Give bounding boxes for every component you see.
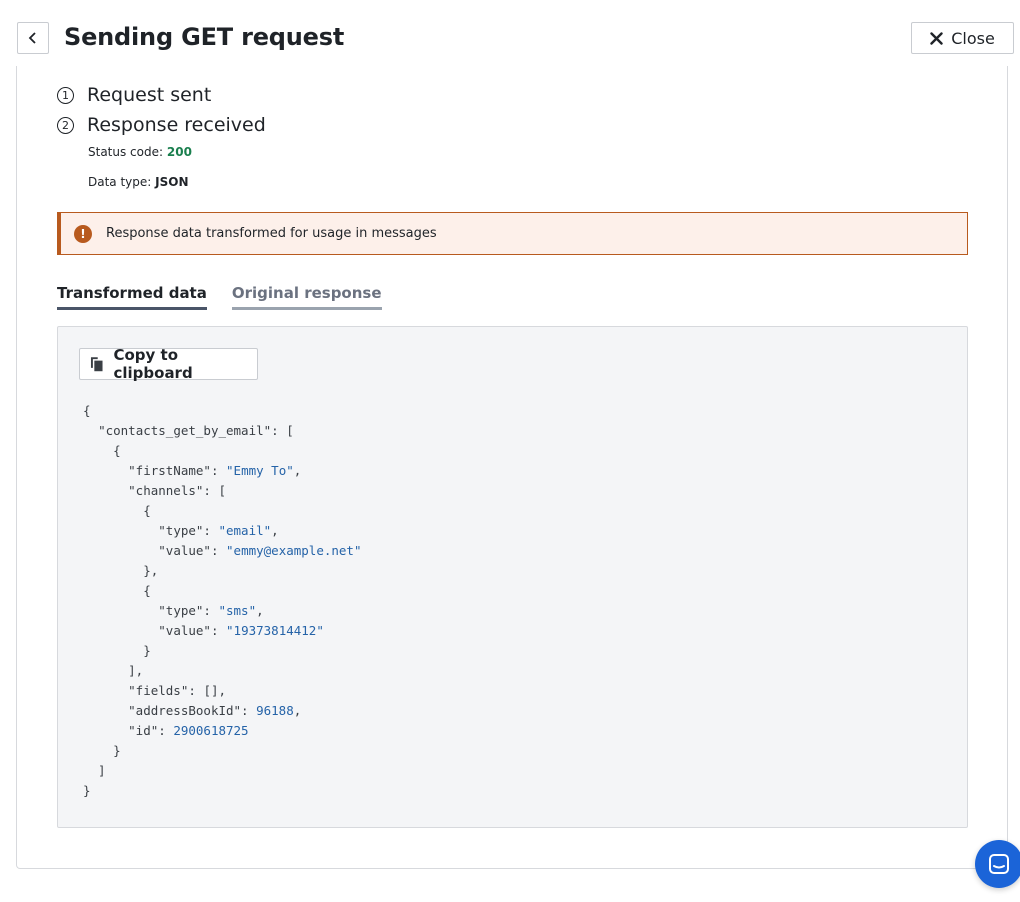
step-label: Response received — [87, 114, 266, 136]
copy-to-clipboard-button[interactable]: Copy to clipboard — [79, 346, 258, 382]
status-code-value: 200 — [166, 145, 192, 159]
code-line: { — [83, 503, 151, 518]
code-line: { — [83, 443, 121, 458]
code-line: } — [83, 643, 151, 658]
step-item: 2 Response received — [57, 110, 266, 140]
chevron-left-icon — [28, 32, 36, 44]
step-item: 1 Request sent — [57, 80, 266, 110]
data-type-value: JSON — [155, 175, 189, 189]
chat-icon — [989, 854, 1009, 874]
step-label: Request sent — [87, 84, 212, 106]
alert-text: Response data transformed for usage in m… — [106, 226, 437, 241]
step-number: 2 — [57, 116, 74, 134]
code-line: "value": "19373814412" — [158, 623, 324, 638]
code-line: "type": "sms", — [158, 603, 264, 618]
response-panel: 1 Request sent 2 Response received Statu… — [16, 66, 1008, 869]
data-type-label: Data type: — [88, 175, 152, 189]
transform-alert: ! Response data transformed for usage in… — [57, 212, 968, 255]
code-line: } — [83, 783, 91, 798]
steps-list: 1 Request sent 2 Response received — [57, 80, 266, 140]
code-line: "contacts_get_by_email": [ — [98, 423, 294, 438]
back-button[interactable] — [17, 22, 49, 54]
close-label: Close — [951, 28, 995, 48]
tab-original-response[interactable]: Original response — [231, 284, 382, 310]
code-line: } — [83, 743, 121, 758]
copy-label: Copy to clipboard — [113, 346, 193, 382]
code-line: ] — [83, 763, 106, 778]
json-code-block: { "contacts_get_by_email": [ { "firstNam… — [83, 401, 361, 801]
data-type-row: Data type: JSON — [88, 175, 189, 189]
tab-transformed-data[interactable]: Transformed data — [57, 284, 207, 310]
code-line: "type": "email", — [158, 523, 279, 538]
code-box: Copy to clipboard { "contacts_get_by_ema… — [57, 326, 968, 828]
code-line: { — [83, 403, 91, 418]
code-line: "value": "emmy@example.net" — [158, 543, 362, 558]
code-line: ], — [83, 663, 144, 678]
code-line: "id": 2900618725 — [128, 723, 249, 738]
code-line: "addressBookId": 96188, — [128, 703, 302, 718]
code-line: "fields": [], — [128, 683, 227, 698]
code-line: "firstName": "Emmy To", — [128, 463, 302, 478]
warning-icon: ! — [74, 224, 92, 243]
close-button[interactable]: Close — [911, 22, 1014, 54]
step-number: 1 — [57, 86, 74, 104]
status-code-row: Status code: 200 — [88, 145, 192, 159]
copy-icon — [90, 357, 103, 372]
code-line: }, — [83, 563, 159, 578]
page-title: Sending GET request — [64, 23, 345, 51]
header: Sending GET request Close — [0, 0, 1020, 66]
close-icon — [930, 31, 943, 45]
chat-launcher-button[interactable] — [975, 840, 1020, 888]
code-line: { — [83, 583, 151, 598]
status-code-label: Status code: — [88, 145, 164, 159]
response-tabs: Transformed data Original response — [57, 284, 407, 310]
code-line: "channels": [ — [128, 483, 227, 498]
